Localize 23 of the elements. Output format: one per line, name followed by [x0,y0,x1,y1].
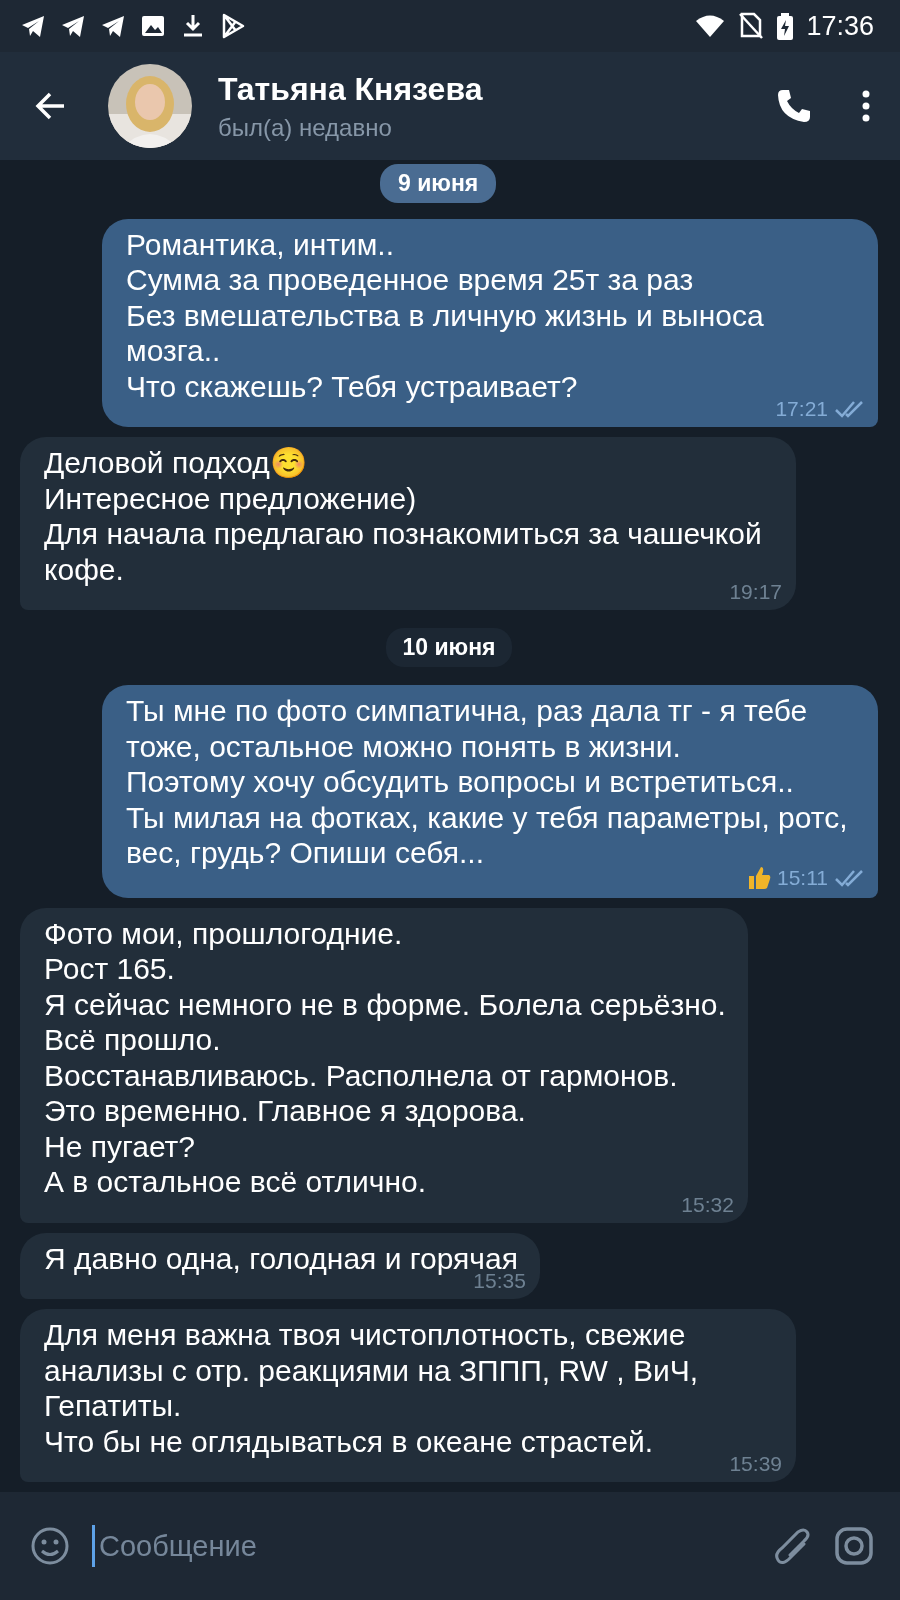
phone-icon[interactable] [776,88,812,124]
last-seen-status: был(а) недавно [218,113,393,142]
message-text: Для меня важна твоя чистоплотность, свежие анализы с отр. реакциями на ЗППП, RW , ВиЧ, Гепатиты. Что бы не оглядываться в океане страстей. [44,1317,699,1459]
message-time: 15:39 [729,1453,782,1475]
emoji-icon[interactable] [30,1526,70,1566]
more-menu-icon[interactable] [862,90,870,122]
telegram-icon [100,13,126,39]
image-icon [140,13,166,39]
telegram-icon [20,13,46,39]
battery-charging-icon [776,11,795,41]
floating-date: 9 июня [380,164,497,203]
no-sim-icon [738,12,765,40]
play-store-icon [220,13,246,39]
clock-time: 17:36 [806,10,874,42]
text-cursor [92,1525,95,1567]
paperclip-icon[interactable] [774,1526,812,1566]
message-text: Романтика, интим.. Сумма за проведенное время 25т за раз Без вмешательства в личную жизнь и выноса мозга.. Что скажешь? Тебя устраивает? [126,226,765,404]
telegram-icon [60,13,86,39]
date-separator: 10 июня [386,628,512,667]
camera-icon[interactable] [834,1526,874,1566]
message-time: 17:21 [775,398,828,420]
wifi-icon [694,13,727,39]
contact-name: Татьяна Князева [218,70,483,108]
